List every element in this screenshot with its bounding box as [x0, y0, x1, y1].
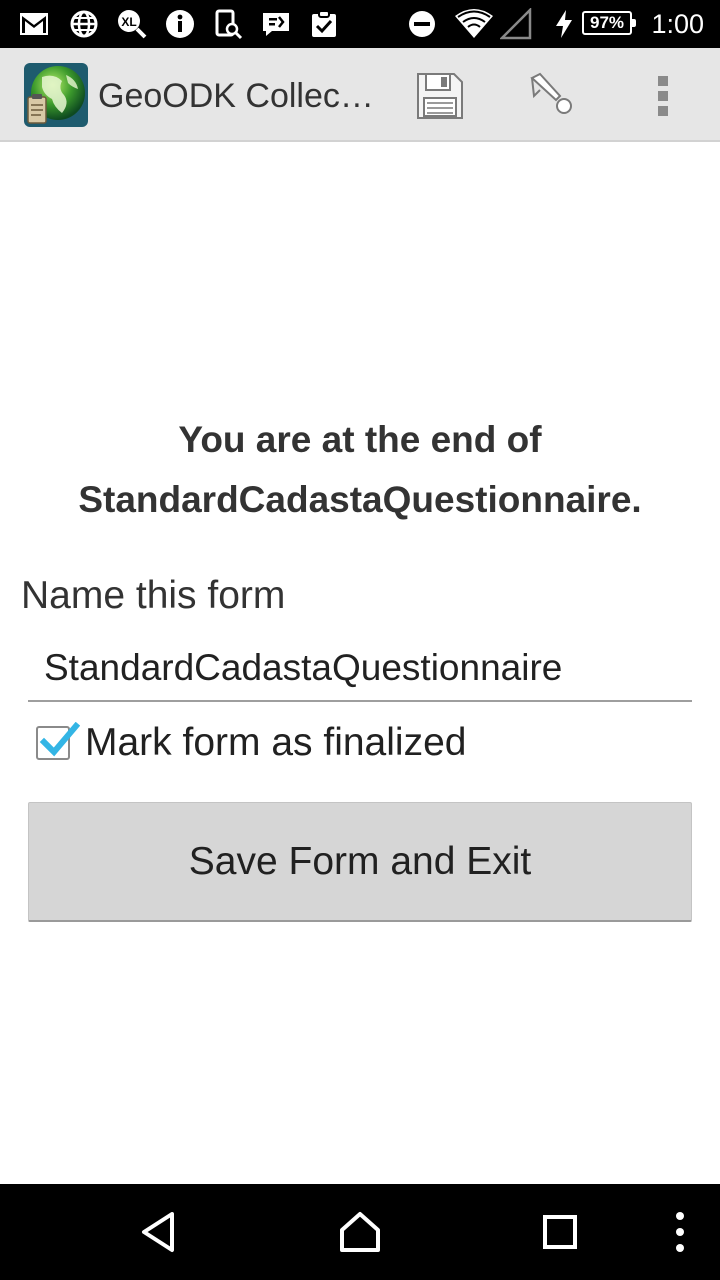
form-name-field-container [28, 640, 692, 702]
gmail-icon [18, 8, 50, 40]
clock: 1:00 [651, 9, 704, 39]
do-not-disturb-icon [406, 8, 438, 40]
info-icon [164, 8, 196, 40]
globe-icon [68, 8, 100, 40]
mark-finalized-checkbox[interactable] [36, 722, 80, 760]
end-of-form-message: You are at the end of StandardCadastaQue… [78, 419, 642, 520]
svg-text:XL: XL [121, 15, 136, 29]
overflow-icon[interactable] [656, 1208, 704, 1256]
home-icon[interactable] [336, 1208, 384, 1256]
screenshot-search-icon [212, 8, 244, 40]
recents-icon[interactable] [536, 1208, 584, 1256]
no-signal-icon [500, 8, 532, 40]
status-bar: XL 97% 1:00 [0, 0, 720, 48]
wifi-icon [454, 8, 494, 40]
name-form-label: Name this form [21, 574, 286, 617]
form-name-input[interactable] [28, 640, 692, 696]
back-icon[interactable] [136, 1208, 184, 1256]
save-form-and-exit-button[interactable]: Save Form and Exit [28, 802, 692, 922]
save-icon[interactable] [414, 70, 466, 122]
battery-percent: 97% [589, 13, 625, 32]
app-logo[interactable] [24, 63, 88, 127]
screen: XL 97% 1:00 GeoODK Collec… You are at th… [0, 0, 720, 1280]
clipboard-check-icon [308, 8, 340, 40]
battery-icon: 97% [582, 11, 636, 35]
action-bar: GeoODK Collec… [0, 48, 720, 142]
go-to-prompt-icon[interactable] [526, 70, 578, 122]
app-title: GeoODK Collec… [98, 77, 374, 115]
overflow-menu-icon[interactable] [637, 70, 689, 122]
navigation-bar [0, 1184, 720, 1280]
message-icon [260, 8, 292, 40]
mark-finalized-label: Mark form as finalized [85, 721, 467, 764]
checkmark-icon [39, 722, 80, 757]
mark-finalized-row[interactable]: Mark form as finalized [34, 718, 634, 768]
xl-search-icon: XL [116, 8, 148, 40]
charging-icon [552, 8, 576, 40]
